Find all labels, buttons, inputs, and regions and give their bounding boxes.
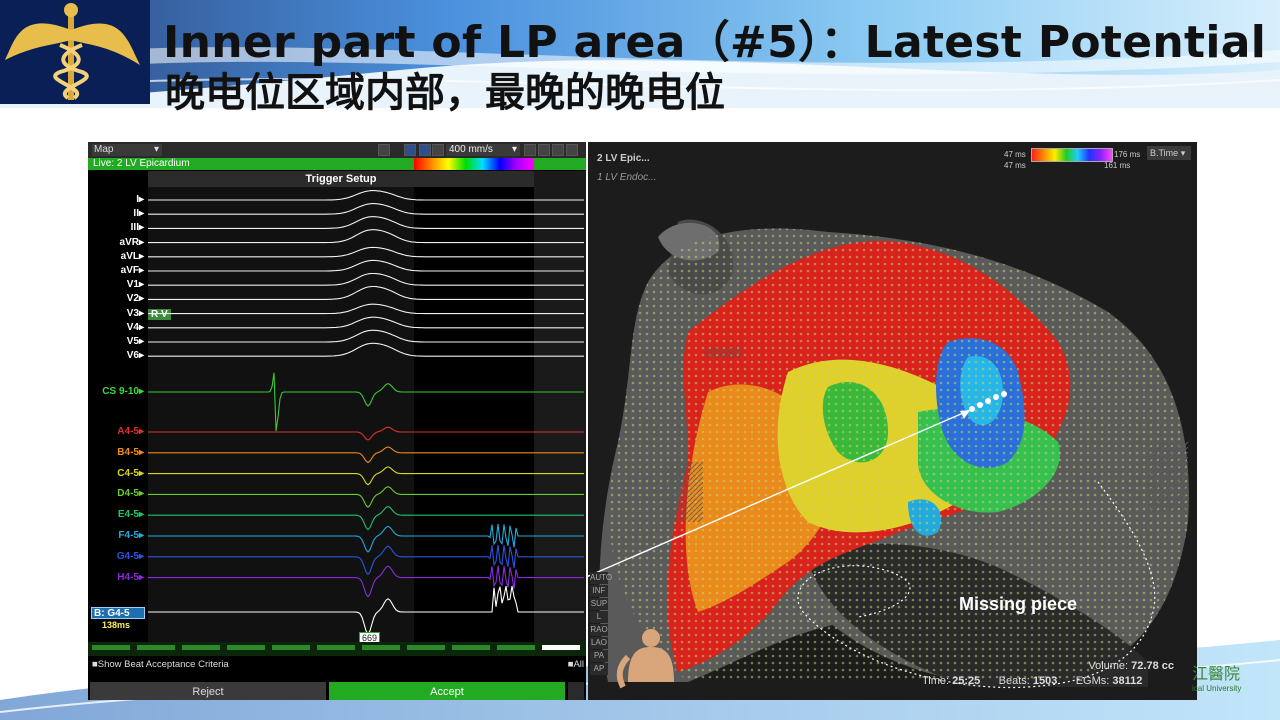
- show-criteria-label: Show Beat Acceptance Criteria: [97, 659, 229, 670]
- view-button-l[interactable]: L: [590, 611, 608, 623]
- time-label: Time:: [922, 675, 950, 687]
- egm-trace: [148, 246, 584, 258]
- map-mode-value: B.Time: [1150, 148, 1179, 158]
- beat-mark[interactable]: [362, 645, 400, 650]
- color-scale-gradient[interactable]: [1031, 148, 1113, 162]
- view-button-sup[interactable]: SUP: [590, 598, 608, 610]
- reference-channel-label[interactable]: B: G4-5: [91, 607, 145, 619]
- beat-mark[interactable]: [182, 645, 220, 650]
- egm-trace: [148, 316, 584, 329]
- egm-trace: [148, 446, 584, 464]
- print-icon[interactable]: [568, 682, 584, 700]
- beats-label: Beats:: [998, 675, 1030, 687]
- missing-piece-annotation: Missing piece: [959, 594, 1078, 614]
- beat-strip[interactable]: [88, 642, 586, 656]
- egm-trace: [148, 203, 584, 215]
- show-criteria-checkbox[interactable]: ■Show Beat Acceptance Criteria: [92, 659, 229, 670]
- egm-trace: [148, 303, 584, 315]
- egms-label: EGMs:: [1075, 675, 1110, 687]
- beat-acceptance-row: ■Show Beat Acceptance Criteria ■All: [88, 659, 586, 671]
- scale-min-bottom: 47 ms: [1004, 161, 1026, 170]
- chevron-down-icon: ▾: [1180, 148, 1186, 158]
- heart-map: [588, 219, 1189, 689]
- beat-mark[interactable]: [542, 645, 580, 650]
- beat-mark[interactable]: [497, 645, 535, 650]
- beat-mark[interactable]: [227, 645, 265, 650]
- beat-mark[interactable]: [92, 645, 130, 650]
- egms-value: 38112: [1112, 675, 1143, 687]
- accept-button[interactable]: Accept: [329, 682, 565, 700]
- university-logo: 江醫院 ical University: [1192, 660, 1252, 700]
- egm-trace: [148, 486, 584, 508]
- map-mode-select[interactable]: B.Time ▾: [1147, 146, 1191, 160]
- egm-trace: [148, 372, 584, 432]
- egm-trace: [148, 285, 584, 300]
- egm-trace: [148, 190, 584, 201]
- volume-value: 72.78 cc: [1131, 660, 1174, 672]
- view-button-inf[interactable]: INF: [590, 585, 608, 597]
- university-logo-text: ical University: [1192, 684, 1242, 693]
- egm-panel: Map ▾ 400 mm/s ▾ Live: 2 LV Epicardium Tr…: [88, 142, 586, 700]
- beat-mark[interactable]: [452, 645, 490, 650]
- map-list-item-endocardium[interactable]: 1 LV Endoc...: [597, 172, 657, 183]
- view-button-ap[interactable]: AP: [590, 663, 608, 675]
- beat-mark[interactable]: [272, 645, 310, 650]
- map-stats: Volume: 72.78 cc Time: 25:25 Beats: 1503…: [922, 660, 1182, 687]
- scale-min-top: 47 ms: [1004, 150, 1026, 159]
- map-list-item-epicardium[interactable]: 2 LV Epic...: [597, 153, 657, 164]
- egm-trace: [148, 426, 584, 441]
- egm-trace: [148, 342, 584, 357]
- slide-title-chinese: 晚电位区域内部，最晚的晚电位: [165, 70, 725, 116]
- egm-trace: [148, 329, 584, 343]
- view-button-lao[interactable]: LAO: [590, 637, 608, 649]
- activation-map-panel[interactable]: 2 LV Epic... 1 LV Endoc... 47 ms 47 ms 1…: [588, 142, 1197, 700]
- view-button-pa[interactable]: PA: [590, 650, 608, 662]
- reject-button[interactable]: Reject: [90, 682, 326, 700]
- all-checkbox[interactable]: ■All: [568, 659, 584, 670]
- scale-max-bottom: 161 ms: [1104, 161, 1131, 170]
- lat-value: 138ms: [102, 620, 131, 630]
- view-buttons: AUTO INF SUP L RAO LAO PA AP: [590, 572, 612, 676]
- egm-traces: [148, 190, 584, 636]
- scale-max-top: 176 ms: [1114, 150, 1141, 159]
- university-logo-chars: 江醫院: [1192, 664, 1241, 683]
- egm-trace: [148, 466, 584, 486]
- view-button-rao[interactable]: RAO: [590, 624, 608, 636]
- beats-value: 1503: [1032, 675, 1058, 687]
- beat-mark[interactable]: [137, 645, 175, 650]
- time-color-scale[interactable]: 47 ms 47 ms 176 ms 161 ms: [1004, 147, 1144, 170]
- egm-trace: [148, 272, 584, 286]
- beat-mark[interactable]: [317, 645, 355, 650]
- egm-trace: [148, 259, 584, 272]
- beat-mark[interactable]: [407, 645, 445, 650]
- volume-label: Volume:: [1088, 660, 1129, 672]
- caduceus-logo: [5, 3, 140, 100]
- egm-trace: [148, 229, 584, 244]
- view-button-auto[interactable]: AUTO: [590, 572, 612, 584]
- time-value: 25:25: [952, 675, 981, 687]
- egm-trace: [148, 505, 584, 531]
- egm-trace: [148, 216, 584, 229]
- all-label: All: [573, 659, 584, 670]
- map-list: 2 LV Epic... 1 LV Endoc...: [597, 153, 657, 183]
